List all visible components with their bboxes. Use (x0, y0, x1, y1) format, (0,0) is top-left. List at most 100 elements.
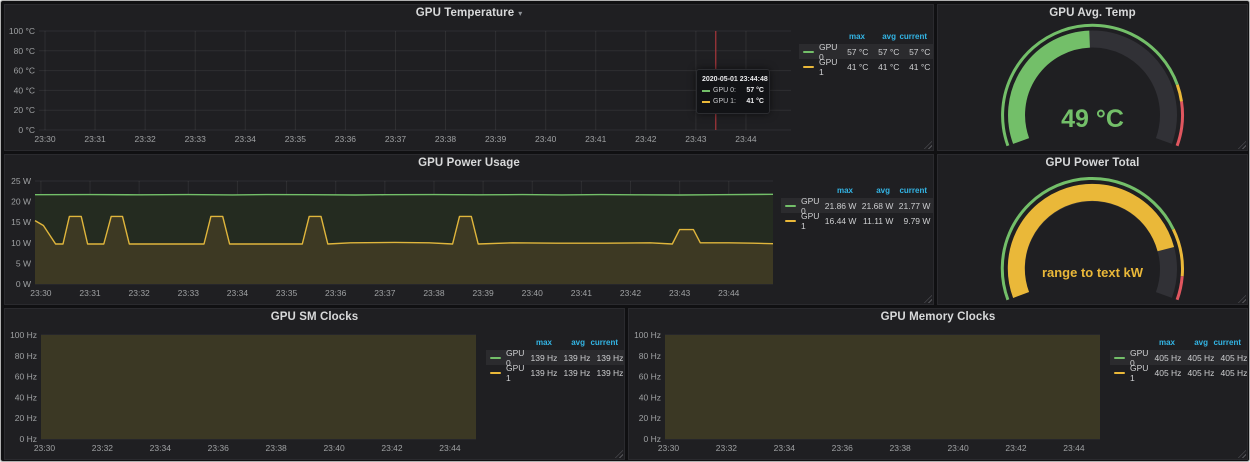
x-axis-label: 23:39 (472, 288, 494, 298)
panel-gpu-memory-clocks: GPU Memory Clocks 23:3023:3223:3423:3623… (628, 308, 1248, 460)
panel-gpu-temperature: GPU Temperature ▾ 23:3023:3123:3223:3323… (4, 4, 934, 151)
panel-header-gpu-power-total[interactable]: GPU Power Total (938, 155, 1247, 171)
panel-title: GPU Memory Clocks (881, 311, 996, 323)
legend-value: 139 Hz (524, 353, 557, 363)
x-axis-label: 23:44 (718, 288, 740, 298)
x-axis-label: 23:35 (285, 134, 307, 144)
legend-series-color-dash (1114, 357, 1125, 359)
x-axis-label: 23:38 (423, 288, 445, 298)
legend-row: GPU 116.44 W11.11 W9.79 W (781, 213, 933, 228)
legend-value: 139 Hz (557, 353, 590, 363)
series-area-gpu-1 (665, 335, 1100, 439)
panel-header-gpu-memory-clocks[interactable]: GPU Memory Clocks (629, 309, 1247, 325)
power-usage-chart[interactable]: 23:3023:3123:3223:3323:3423:3523:3623:37… (5, 171, 781, 304)
y-axis-label: 0 Hz (20, 434, 37, 444)
legend-header[interactable]: avg (853, 186, 890, 195)
sm-clocks-legend: maxavgcurrentGPU 0139 Hz139 Hz139 HzGPU … (486, 325, 624, 459)
legend-series-color-dash (803, 51, 814, 53)
x-axis-label: 23:36 (335, 134, 357, 144)
legend-header[interactable]: max (519, 338, 552, 347)
y-axis-label: 40 °C (14, 85, 35, 95)
y-axis-label: 0 W (16, 279, 31, 289)
y-axis-label: 60 Hz (15, 372, 37, 382)
tooltip-series-name: GPU 0: (713, 85, 736, 96)
panel-title: GPU Avg. Temp (1049, 7, 1136, 19)
x-axis-label: 23:36 (208, 443, 230, 453)
x-axis-label: 23:44 (439, 443, 461, 453)
legend-series-name[interactable]: GPU 1 (506, 363, 524, 383)
panel-gpu-sm-clocks: GPU SM Clocks 23:3023:3223:3423:3623:382… (4, 308, 625, 460)
tooltip-series-name: GPU 1: (713, 96, 736, 107)
x-axis-label: 23:33 (178, 288, 200, 298)
y-axis-label: 100 Hz (10, 330, 37, 340)
x-axis-label: 23:44 (735, 134, 757, 144)
x-axis-label: 23:41 (571, 288, 593, 298)
temperature-legend: maxavgcurrentGPU 057 °C57 °C57 °CGPU 141… (799, 21, 933, 150)
x-axis-label: 23:44 (1063, 443, 1085, 453)
legend-value: 139 Hz (590, 353, 623, 363)
legend-value: 405 Hz (1214, 353, 1247, 363)
legend-value: 139 Hz (557, 368, 590, 378)
series-line-gpu-0 (35, 194, 773, 195)
tooltip-row: GPU 1: 41 °C (702, 96, 764, 107)
legend-header[interactable]: avg (865, 32, 896, 41)
chart-canvas[interactable]: 23:3023:3123:3223:3323:3423:3523:3623:37… (5, 171, 781, 304)
legend-header[interactable]: avg (552, 338, 585, 347)
chart-canvas[interactable]: 23:3023:3223:3423:3623:3823:4023:4223:44… (5, 325, 486, 459)
memory-clocks-legend: maxavgcurrentGPU 0405 Hz405 Hz405 HzGPU … (1110, 325, 1247, 459)
sm-clocks-chart[interactable]: 23:3023:3223:3423:3623:3823:4023:4223:44… (5, 325, 486, 459)
legend-series-name[interactable]: GPU 1 (801, 211, 819, 231)
x-axis-label: 23:32 (716, 443, 738, 453)
tooltip-series-value: 41 °C (746, 96, 764, 107)
chart-canvas[interactable]: 23:3023:3223:3423:3623:3823:4023:4223:44… (629, 325, 1110, 459)
legend-header[interactable]: max (834, 32, 865, 41)
y-axis-label: 100 °C (9, 26, 35, 36)
x-axis-label: 23:42 (635, 134, 657, 144)
panel-header-gpu-avg-temp[interactable]: GPU Avg. Temp (938, 5, 1247, 21)
x-axis-label: 23:34 (235, 134, 257, 144)
panel-header-gpu-temperature[interactable]: GPU Temperature ▾ (5, 5, 933, 21)
x-axis-label: 23:33 (185, 134, 207, 144)
x-axis-label: 23:42 (1005, 443, 1027, 453)
power-usage-legend: maxavgcurrentGPU 021.86 W21.68 W21.77 WG… (781, 171, 933, 304)
legend-value: 21.68 W (856, 201, 893, 211)
grafana-dashboard: GPU Temperature ▾ 23:3023:3123:3223:3323… (0, 0, 1250, 462)
legend-series-name[interactable]: GPU 1 (819, 57, 837, 77)
tooltip-row: GPU 0:57 °C (702, 85, 764, 96)
legend-header[interactable]: max (1142, 338, 1175, 347)
legend-header[interactable]: current (890, 186, 927, 195)
legend-series-color-dash (803, 66, 814, 68)
temperature-chart[interactable]: 23:3023:3123:3223:3323:3423:3523:3623:37… (5, 21, 799, 150)
legend-value: 41 °C (868, 62, 899, 72)
chevron-down-icon[interactable]: ▾ (518, 9, 522, 18)
panel-title: GPU Power Total (1046, 157, 1140, 169)
legend-series-color-dash (785, 220, 796, 222)
x-axis-label: 23:34 (150, 443, 172, 453)
x-axis-label: 23:30 (34, 443, 56, 453)
panel-header-gpu-sm-clocks[interactable]: GPU SM Clocks (5, 309, 624, 325)
x-axis-label: 23:36 (832, 443, 854, 453)
gauge-value-arc (1016, 192, 1166, 295)
legend-series-name[interactable]: GPU 1 (1130, 363, 1148, 383)
legend-header[interactable]: max (816, 186, 853, 195)
panel-title: GPU SM Clocks (271, 311, 359, 323)
legend-header[interactable]: current (585, 338, 618, 347)
legend-row: GPU 141 °C41 °C41 °C (799, 59, 933, 74)
chart-canvas[interactable]: 23:3023:3123:3223:3323:3423:3523:3623:37… (5, 21, 799, 150)
legend-value: 9.79 W (893, 216, 930, 226)
x-axis-label: 23:40 (323, 443, 345, 453)
panel-header-gpu-power-usage[interactable]: GPU Power Usage (5, 155, 933, 171)
power-total-gauge (938, 171, 1247, 304)
legend-header[interactable]: current (1208, 338, 1241, 347)
memory-clocks-chart[interactable]: 23:3023:3223:3423:3623:3823:4023:4223:44… (629, 325, 1110, 459)
y-axis-label: 25 W (11, 176, 31, 186)
x-axis-label: 23:34 (774, 443, 796, 453)
legend-header[interactable]: avg (1175, 338, 1208, 347)
legend-header[interactable]: current (896, 32, 927, 41)
legend-value: 405 Hz (1181, 353, 1214, 363)
x-axis-label: 23:32 (129, 288, 151, 298)
legend-value: 139 Hz (524, 368, 557, 378)
legend-value: 16.44 W (819, 216, 856, 226)
x-axis-label: 23:41 (585, 134, 607, 144)
x-axis-label: 23:38 (890, 443, 912, 453)
